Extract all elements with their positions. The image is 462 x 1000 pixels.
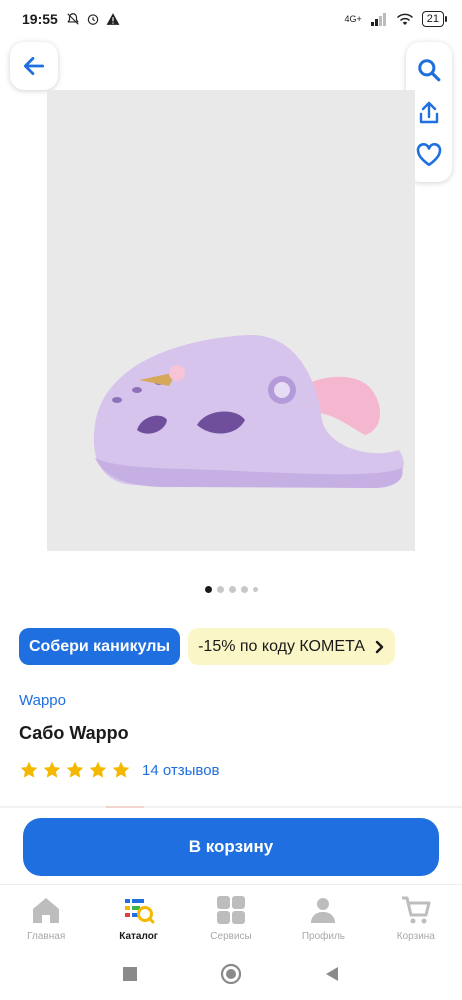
star-icon	[43, 761, 61, 778]
nav-label: Главная	[27, 931, 66, 942]
heart-icon[interactable]	[416, 143, 442, 167]
product-brand-link[interactable]: Wappo	[19, 692, 66, 709]
profile-icon	[311, 898, 336, 923]
catalog-icon	[124, 899, 155, 924]
status-time: 19:55	[22, 11, 58, 27]
share-icon[interactable]	[417, 100, 441, 126]
nav-item-profile[interactable]: Профиль	[277, 885, 369, 946]
services-icon	[217, 896, 246, 924]
gallery-dot[interactable]	[240, 586, 248, 593]
divider-accent	[106, 806, 144, 808]
product-title: Сабо Wappo	[19, 723, 129, 743]
nav-item-catalog[interactable]: Каталог	[92, 885, 184, 946]
gallery-dot[interactable]	[204, 586, 212, 593]
add-to-cart-label: В корзину	[188, 837, 274, 856]
gallery-dot[interactable]	[216, 586, 224, 593]
reviews-link[interactable]: 14 отзывов	[142, 762, 220, 779]
nav-label: Профиль	[301, 931, 345, 942]
status-bar: 19:55 4G+ 21	[0, 0, 462, 38]
promo-chip-discount[interactable]: -15% по коду КОМЕТА	[188, 628, 395, 665]
recents-icon[interactable]	[122, 966, 138, 982]
home-icon	[33, 898, 60, 923]
back-triangle-icon[interactable]	[324, 966, 340, 982]
product-rating[interactable]: 14 отзывов	[19, 760, 220, 780]
star-icon	[112, 761, 130, 778]
warning-icon	[106, 13, 120, 25]
product-image[interactable]	[47, 90, 415, 551]
promo-discount-label: -15% по коду КОМЕТА	[198, 637, 365, 655]
star-icon	[66, 761, 84, 778]
nav-label: Каталог	[119, 931, 158, 942]
promo-campaign-label: Собери каникулы	[29, 637, 171, 655]
divider	[0, 806, 462, 808]
nav-item-home[interactable]: Главная	[0, 885, 92, 946]
nav-item-services[interactable]: Сервисы	[185, 885, 277, 946]
add-to-cart-button[interactable]: В корзину	[23, 818, 439, 876]
battery-indicator: 21	[421, 11, 448, 27]
notifications-off-icon	[67, 13, 79, 25]
chevron-right-icon	[375, 640, 384, 653]
wifi-icon	[396, 13, 413, 25]
gallery-dot[interactable]	[228, 586, 236, 593]
nav-item-cart[interactable]: Корзина	[370, 885, 462, 946]
alarm-icon	[87, 14, 99, 25]
arrow-left-icon	[23, 57, 45, 75]
star-icon	[89, 761, 107, 778]
signal-icon	[370, 13, 386, 26]
network-label: 4G+	[344, 14, 362, 24]
bottom-navigation: Главная Каталог Сервисы Профиль Корзина	[0, 884, 462, 946]
nav-label: Сервисы	[210, 931, 252, 942]
clog-illustration	[93, 334, 404, 488]
system-navigation	[0, 948, 462, 1000]
home-circle-icon[interactable]	[220, 963, 242, 985]
gallery-indicator	[0, 586, 462, 593]
star-icon	[20, 761, 38, 778]
back-button[interactable]	[10, 42, 58, 90]
promo-row: Собери каникулы -15% по коду КОМЕТА	[19, 628, 395, 665]
search-icon[interactable]	[416, 57, 442, 83]
promo-chip-campaign[interactable]: Собери каникулы	[19, 628, 181, 665]
nav-label: Корзина	[396, 931, 435, 942]
gallery-dot[interactable]	[252, 587, 258, 592]
cart-icon	[401, 896, 431, 924]
